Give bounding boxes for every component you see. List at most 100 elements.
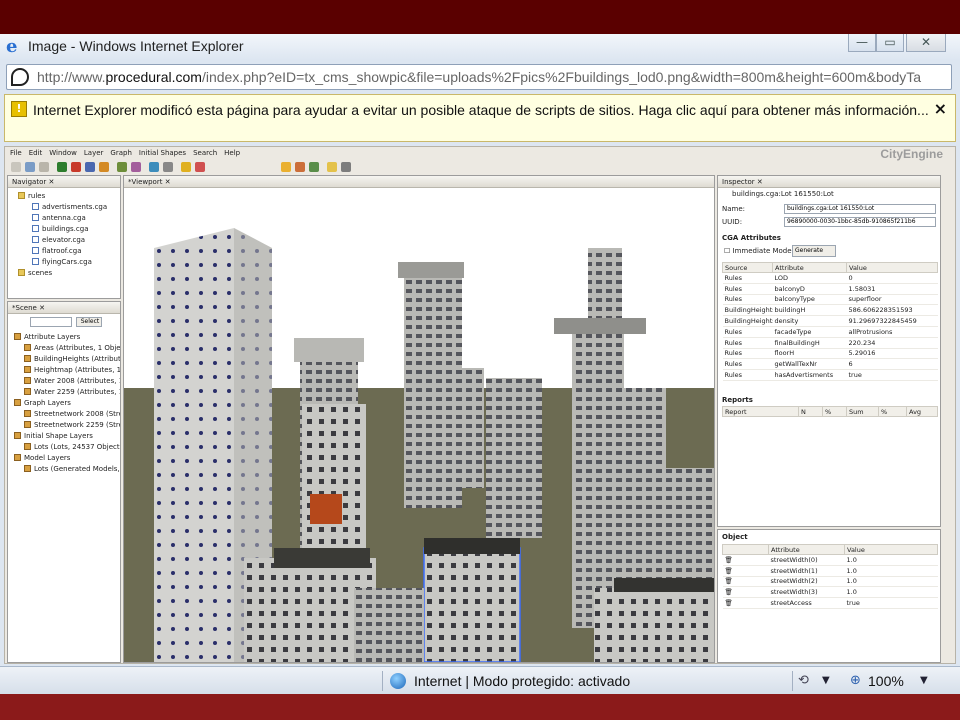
scene-item[interactable]: Streetnetwork 2008 (Stre [12, 409, 120, 420]
column-header[interactable]: % [878, 406, 907, 417]
table-row[interactable]: Rules balconyType superfloor [722, 294, 938, 306]
generate-button[interactable]: Generate [792, 245, 836, 257]
address-url[interactable]: http://www.procedural.com/index.php?eID=… [37, 69, 949, 85]
menu-item[interactable]: Help [224, 149, 240, 157]
foreground-building [594, 588, 714, 662]
menu-item[interactable]: File [10, 149, 22, 157]
table-cell: BuildingHeights [722, 304, 773, 317]
table-row[interactable]: 🗑 streetWidth(0) 1.0 [722, 554, 938, 566]
uuid-field[interactable]: 96890000-0030-1bbc-85db-910865f211b6 [784, 217, 936, 227]
trash-icon[interactable]: 🗑 [725, 588, 733, 596]
inspector-tab[interactable]: Inspector ✕ [718, 176, 940, 188]
menu-item[interactable]: Layer [84, 149, 104, 157]
scene-item[interactable]: Initial Shape Layers [12, 431, 120, 442]
table-row[interactable]: 🗑 streetWidth(2) 1.0 [722, 576, 938, 588]
table-row[interactable]: Rules facadeType allProtrusions [722, 326, 938, 338]
trash-icon[interactable]: 🗑 [725, 577, 733, 585]
scene-item[interactable]: Model Layers [12, 453, 120, 464]
table-row[interactable]: Rules hasAdvertisments true [722, 369, 938, 381]
scene-item[interactable]: Lots (Generated Models, [12, 464, 120, 475]
scene-item[interactable]: Heightmap (Attributes, 1 [12, 365, 120, 376]
menu-item[interactable]: Edit [29, 149, 43, 157]
zoom-icon[interactable]: ⊕ [850, 673, 861, 688]
scale-tool-icon [85, 162, 95, 172]
navigator-item[interactable]: buildings.cga [12, 224, 120, 235]
scene-select-button[interactable]: Select [76, 317, 102, 327]
viewport-pane[interactable]: *Viewport ✕ [123, 175, 715, 663]
column-header[interactable]: Avg [906, 406, 938, 417]
chevron-down-icon[interactable]: ▼ [920, 675, 928, 686]
scene-tab[interactable]: *Scene ✕ [8, 302, 120, 314]
immediate-mode-checkbox[interactable]: ☐ Immediate Mode [724, 247, 792, 255]
table-row[interactable]: BuildingHeights density 91.29697322845459 [722, 315, 938, 327]
column-header[interactable]: Source [722, 262, 773, 273]
file-icon [32, 258, 39, 265]
navigator-item[interactable]: scenes [12, 268, 120, 279]
scene-item[interactable]: BuildingHeights (Attribute [12, 354, 120, 365]
navigator-item[interactable]: rules [12, 191, 120, 202]
menu-item[interactable]: Window [49, 149, 77, 157]
information-bar-close-button[interactable]: × [934, 99, 947, 118]
column-header[interactable]: N [798, 406, 823, 417]
chevron-down-icon[interactable]: ▼ [822, 675, 830, 686]
table-cell: density [772, 315, 847, 327]
security-zone[interactable]: Internet | Modo protegido: activado [414, 673, 630, 689]
navigator-item[interactable]: elevator.cga [12, 235, 120, 246]
tool-icon [327, 162, 337, 172]
scene-item[interactable]: Streetnetwork 2259 (Stre [12, 420, 120, 431]
column-header[interactable]: % [822, 406, 847, 417]
selected-lot-building[interactable] [423, 547, 521, 662]
table-row[interactable]: 🗑 streetAccess true [722, 597, 938, 609]
table-row[interactable]: Rules LOD 0 [722, 272, 938, 284]
minimize-button[interactable]: — [848, 34, 876, 52]
navigator-item[interactable]: advertisments.cga [12, 202, 120, 213]
viewport-tab[interactable]: *Viewport ✕ [124, 176, 714, 188]
restore-button[interactable]: ▭ [876, 34, 904, 52]
compatibility-icon[interactable]: ⟲ [798, 673, 809, 688]
table-row[interactable]: Rules finalBuildingH 220.234 [722, 337, 938, 349]
information-bar[interactable]: ! Internet Explorer modificó esta página… [4, 94, 956, 142]
scene-item[interactable]: Water 2008 (Attributes, 1 [12, 376, 120, 387]
cga-attributes-table: Source Attribute Value Rules LOD 0 Rules balco… [722, 262, 938, 381]
column-header[interactable] [722, 544, 769, 555]
navigator-item[interactable]: flatroof.cga [12, 246, 120, 257]
column-header[interactable]: Value [846, 262, 938, 273]
navigator-item[interactable]: flyingCars.cga [12, 257, 120, 268]
scene-item[interactable]: Areas (Attributes, 1 Objec [12, 343, 120, 354]
column-header[interactable]: Value [844, 544, 938, 555]
address-bar[interactable]: http://www.procedural.com/index.php?eID=… [6, 64, 952, 90]
column-header[interactable]: Report [722, 406, 799, 417]
information-bar-text[interactable]: Internet Explorer modificó esta página p… [33, 101, 933, 119]
trash-icon[interactable]: 🗑 [725, 567, 733, 575]
zoom-level[interactable]: 100% [868, 673, 904, 689]
scene-item[interactable]: Attribute Layers [12, 332, 120, 343]
scene-item[interactable]: Graph Layers [12, 398, 120, 409]
table-row[interactable]: Rules floorH 5.29016 [722, 348, 938, 360]
table-row[interactable]: 🗑 streetWidth(1) 1.0 [722, 565, 938, 577]
object-table: Attribute Value 🗑 streetWidth(0) 1.0 🗑 street… [722, 544, 938, 609]
table-row[interactable]: BuildingHeights buildingH 586.606228351593 [722, 304, 938, 317]
building [398, 262, 464, 278]
column-header[interactable]: Attribute [768, 544, 845, 555]
navigator-item[interactable]: antenna.cga [12, 213, 120, 224]
column-header[interactable]: Sum [846, 406, 879, 417]
menu-item[interactable]: Initial Shapes [139, 149, 186, 157]
table-cell: getWallTexNr [772, 358, 847, 371]
menu-item[interactable]: Search [193, 149, 217, 157]
navigator-tab[interactable]: Navigator ✕ [8, 176, 120, 188]
table-row[interactable]: Rules getWallTexNr 6 [722, 358, 938, 371]
city-render [124, 188, 714, 662]
scene-item[interactable]: Lots (Lots, 24537 Objects [12, 442, 120, 453]
trash-icon[interactable]: 🗑 [725, 599, 733, 607]
scene-search-input[interactable] [30, 317, 72, 327]
close-button[interactable]: ✕ [906, 34, 946, 52]
table-row[interactable]: 🗑 streetWidth(3) 1.0 [722, 586, 938, 599]
menu-item[interactable]: Graph [110, 149, 131, 157]
name-field[interactable]: buildings.cga:Lot 161550:Lot [784, 204, 936, 214]
trash-icon[interactable]: 🗑 [725, 556, 733, 564]
column-header[interactable]: Attribute [772, 262, 847, 273]
cityengine-menu: File Edit Window Layer Graph Initial Shapes Se… [5, 147, 955, 159]
scene-tree: Attribute Layers Areas (Attributes, 1 Obj… [8, 330, 120, 475]
table-row[interactable]: Rules balconyD 1.58031 [722, 283, 938, 295]
scene-item[interactable]: Water 2259 (Attributes, 1 [12, 387, 120, 398]
